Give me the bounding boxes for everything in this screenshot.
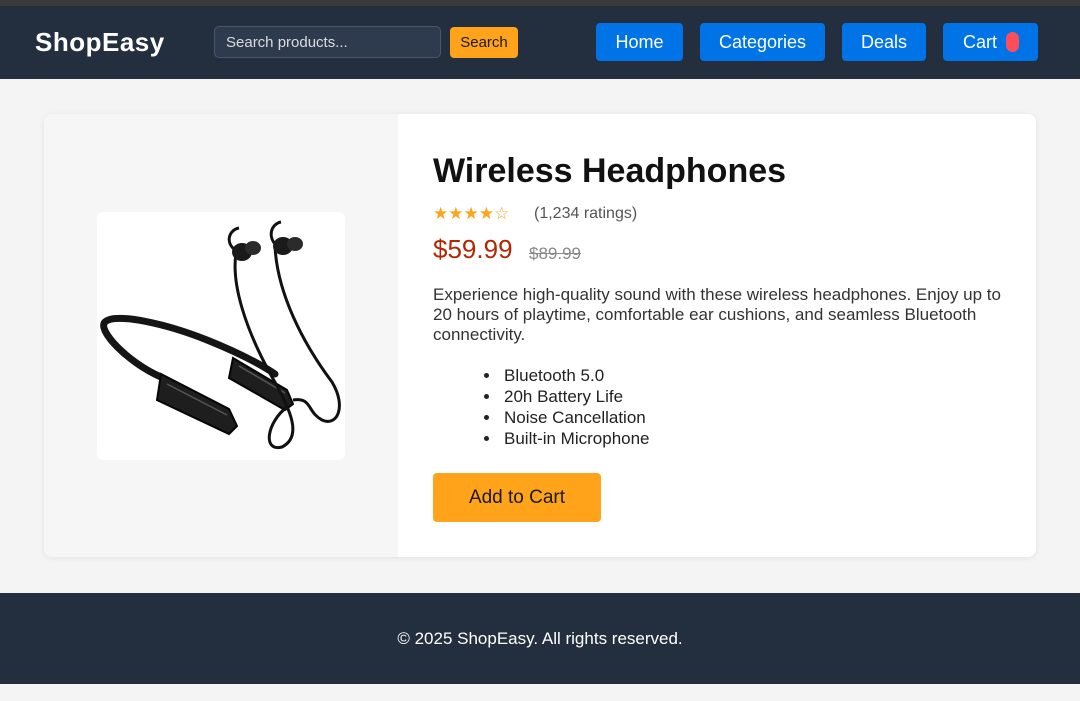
feature-item: 20h Battery Life <box>501 386 650 407</box>
feature-item: Noise Cancellation <box>501 407 650 428</box>
search-button[interactable]: Search <box>450 27 518 58</box>
product-card: Wireless Headphones ★★★★☆ (1,234 ratings… <box>44 114 1036 557</box>
product-price: $59.99 <box>433 234 513 264</box>
site-footer: © 2025 ShopEasy. All rights reserved. <box>0 593 1080 684</box>
nav-deals-button[interactable]: Deals <box>842 23 926 61</box>
product-image-panel <box>44 114 398 557</box>
product-image[interactable] <box>97 212 345 460</box>
nav-home-label: Home <box>615 31 664 52</box>
nav-deals-label: Deals <box>860 31 908 52</box>
search-input[interactable] <box>214 26 441 58</box>
product-features-list: Bluetooth 5.0 20h Battery Life Noise Can… <box>501 365 650 449</box>
cart-badge <box>1006 32 1020 52</box>
site-header: ShopEasy Search Home Categories Deals Ca… <box>0 0 1080 79</box>
nav-categories-button[interactable]: Categories <box>700 23 825 61</box>
add-to-cart-button[interactable]: Add to Cart <box>433 473 601 522</box>
footer-copyright: © 2025 ShopEasy. All rights reserved. <box>397 629 683 648</box>
product-description: Experience high-quality sound with these… <box>433 285 1001 344</box>
site-logo[interactable]: ShopEasy <box>35 27 165 58</box>
product-title: Wireless Headphones <box>433 152 787 190</box>
feature-item: Built-in Microphone <box>501 428 650 449</box>
feature-item: Bluetooth 5.0 <box>501 365 650 386</box>
nav-cart-button[interactable]: Cart <box>943 23 1038 61</box>
nav-home-button[interactable]: Home <box>596 23 683 61</box>
product-old-price: $89.99 <box>529 244 581 263</box>
nav-categories-label: Categories <box>718 31 807 52</box>
nav-cart-label: Cart <box>963 31 998 52</box>
rating-stars-icon: ★★★★☆ <box>433 204 510 223</box>
ratings-count[interactable]: (1,234 ratings) <box>534 205 637 223</box>
headphones-image <box>100 220 341 449</box>
